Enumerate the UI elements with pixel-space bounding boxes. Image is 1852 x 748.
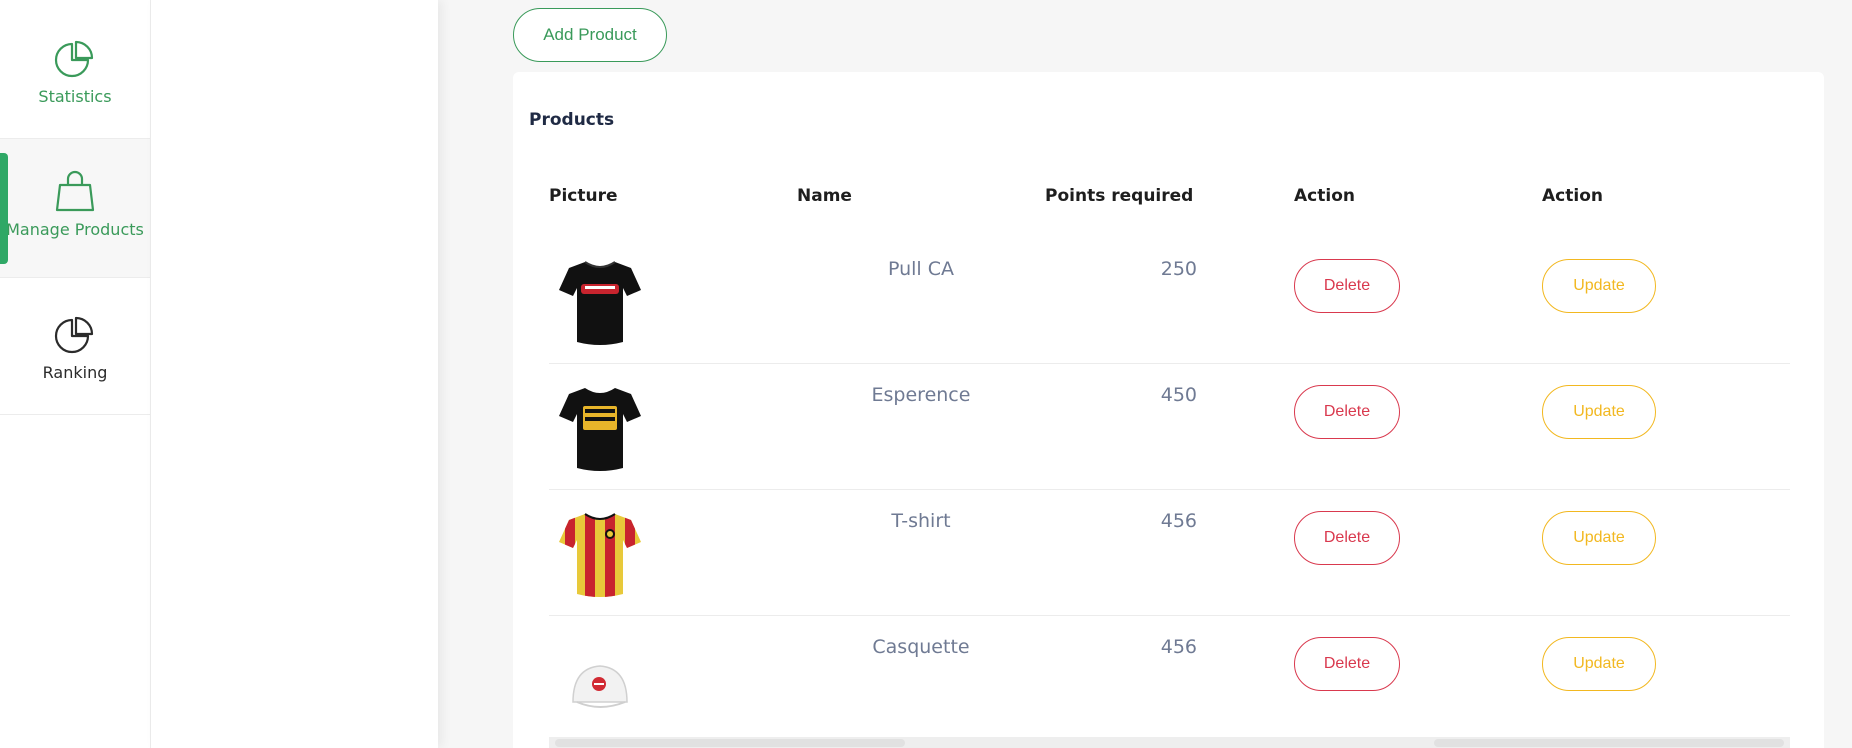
product-name: Esperence xyxy=(871,384,971,406)
update-button[interactable]: Update xyxy=(1542,259,1656,313)
sidebar-item-label: Manage Products xyxy=(6,220,144,239)
table-row: Pull CA 250 Delete Update xyxy=(549,238,1790,364)
table-row: Esperence 450 Delete Update xyxy=(549,364,1790,490)
sidebar-item-ranking[interactable]: Ranking xyxy=(0,278,150,415)
product-image-tshirt xyxy=(557,254,643,350)
main-content: Add Product Products Picture Name Points… xyxy=(438,0,1852,748)
delete-button[interactable]: Delete xyxy=(1294,511,1400,565)
delete-button[interactable]: Delete xyxy=(1294,259,1400,313)
product-image-tshirt xyxy=(557,380,643,476)
sidebar-item-statistics[interactable]: Statistics xyxy=(0,0,150,139)
products-card: Products Picture Name Points required Ac… xyxy=(513,72,1824,748)
header-action-update: Action xyxy=(1542,186,1603,206)
active-indicator xyxy=(0,153,8,264)
products-table: Picture Name Points required Action Acti… xyxy=(549,186,1790,742)
update-button[interactable]: Update xyxy=(1542,511,1656,565)
horizontal-scrollbar[interactable] xyxy=(549,737,1790,748)
header-picture: Picture xyxy=(549,186,618,206)
sidebar-nav: Statistics Manage Products Ranking xyxy=(0,0,151,748)
product-image-jersey xyxy=(557,506,643,602)
table-row: T-shirt 456 Delete Update xyxy=(549,490,1790,616)
product-image-cap xyxy=(557,632,643,728)
header-action-delete: Action xyxy=(1294,186,1355,206)
sidebar-item-manage-products[interactable]: Manage Products xyxy=(0,139,150,278)
delete-button[interactable]: Delete xyxy=(1294,385,1400,439)
scrollbar-thumb[interactable] xyxy=(1434,739,1784,747)
header-name: Name xyxy=(797,186,852,206)
app-root: Statistics Manage Products Ranking Add P… xyxy=(0,0,1852,748)
table-row: Casquette 456 Delete Update xyxy=(549,616,1790,742)
sidebar-item-label: Ranking xyxy=(42,363,108,382)
shopping-bag-icon xyxy=(53,169,97,217)
product-points: 250 xyxy=(1160,258,1197,280)
sidebar-item-label: Statistics xyxy=(38,87,112,106)
product-points: 456 xyxy=(1160,510,1197,532)
card-title: Products xyxy=(529,110,615,130)
pie-chart-icon xyxy=(54,40,96,84)
pie-chart-icon xyxy=(54,316,96,360)
product-name: T-shirt xyxy=(891,510,951,532)
secondary-panel xyxy=(151,0,438,748)
product-name: Casquette xyxy=(872,636,970,658)
add-product-button[interactable]: Add Product xyxy=(513,8,667,62)
update-button[interactable]: Update xyxy=(1542,385,1656,439)
delete-button[interactable]: Delete xyxy=(1294,637,1400,691)
product-points: 450 xyxy=(1160,384,1197,406)
scrollbar-thumb[interactable] xyxy=(555,739,905,747)
product-points: 456 xyxy=(1160,636,1197,658)
table-header: Picture Name Points required Action Acti… xyxy=(549,186,1790,238)
header-points: Points required xyxy=(1045,186,1194,206)
product-name: Pull CA xyxy=(887,258,955,280)
update-button[interactable]: Update xyxy=(1542,637,1656,691)
